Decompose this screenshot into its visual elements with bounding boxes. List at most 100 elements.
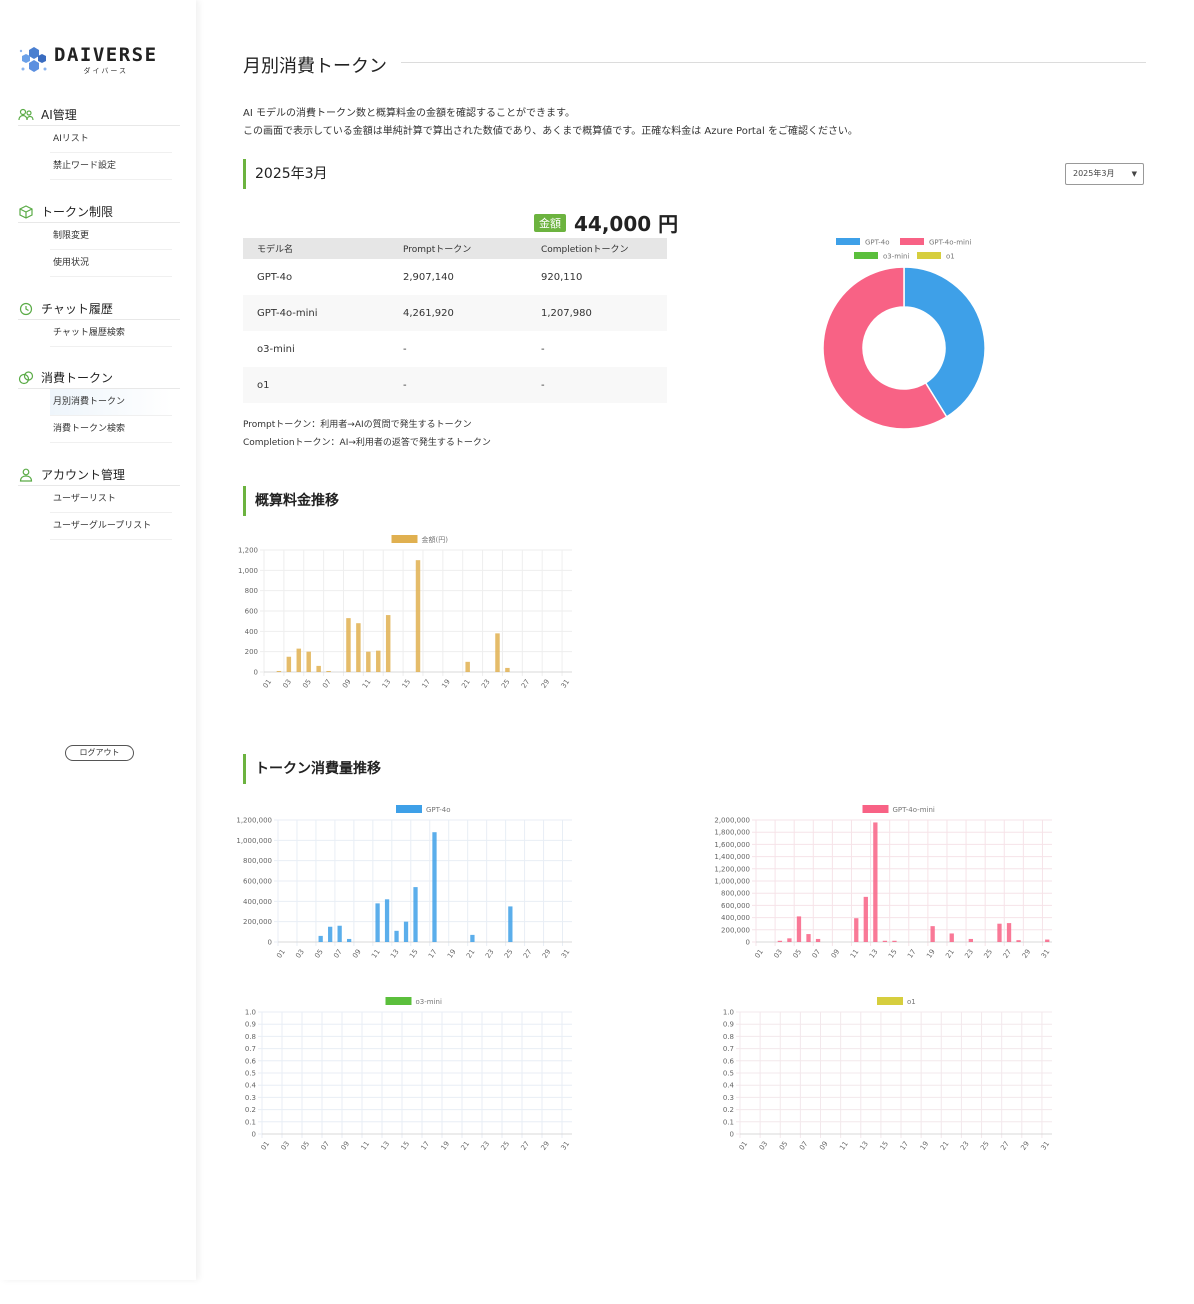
bar[interactable] (415, 560, 421, 672)
bar[interactable] (787, 938, 792, 942)
nav-section-ai: AI管理 AIリスト 禁止ワード設定 (18, 104, 180, 180)
bar[interactable] (1045, 939, 1050, 942)
nav-item-limit-change[interactable]: 制限変更 (50, 223, 172, 250)
y-tick-label: 600,000 (721, 902, 750, 910)
x-tick-label: 27 (999, 1140, 1011, 1152)
legend-label: GPT-4o (426, 806, 451, 814)
nav-item-banned-words[interactable]: 禁止ワード設定 (50, 153, 172, 180)
bar[interactable] (505, 667, 510, 672)
nav-head-consumed-tokens[interactable]: 消費トークン (18, 367, 180, 389)
x-tick-label: 03 (758, 1140, 770, 1152)
x-tick-label: 21 (460, 678, 472, 690)
logout-button[interactable]: ログアウト (65, 745, 134, 761)
token-notes: Promptトークン：利用者→AIの質問で発生するトークン Completion… (243, 416, 491, 452)
x-tick-label: 21 (939, 1140, 951, 1152)
y-tick-label: 1,600,000 (714, 841, 750, 849)
bar[interactable] (403, 921, 409, 942)
month-select[interactable]: 2025年3月 ▼ (1065, 163, 1144, 185)
bar[interactable] (376, 650, 381, 672)
bar[interactable] (385, 615, 391, 672)
bar[interactable] (892, 940, 897, 942)
cell-completion: - (527, 367, 667, 403)
y-tick-label: 1,400,000 (714, 853, 750, 861)
bar[interactable] (873, 822, 878, 942)
bar[interactable] (882, 940, 888, 942)
nav-item-token-search[interactable]: 消費トークン検索 (50, 416, 172, 443)
nav-item-monthly-tokens[interactable]: 月別消費トークン (50, 389, 172, 416)
nav-item-usage[interactable]: 使用状況 (50, 250, 172, 277)
bar[interactable] (356, 623, 361, 672)
legend-label: 金額(円) (422, 535, 449, 544)
bar[interactable] (276, 670, 282, 672)
bar[interactable] (508, 906, 513, 942)
logo[interactable]: DAIVERSE ダイバース (18, 44, 158, 76)
bar[interactable] (815, 938, 821, 942)
bar[interactable] (346, 618, 351, 672)
nav-item-ai-list[interactable]: AIリスト (50, 126, 172, 153)
bar[interactable] (1006, 923, 1012, 942)
x-tick-label: 11 (360, 1140, 372, 1152)
bar[interactable] (930, 926, 935, 942)
month-title: 2025年3月 (243, 159, 328, 189)
y-tick-label: 400 (245, 628, 258, 636)
x-tick-label: 01 (753, 948, 765, 960)
y-tick-label: 1,000 (238, 567, 258, 575)
bar[interactable] (796, 916, 802, 942)
x-tick-label: 27 (1002, 948, 1014, 960)
bar[interactable] (432, 832, 437, 942)
bar[interactable] (394, 930, 399, 942)
nav-head-ai[interactable]: AI管理 (18, 104, 180, 126)
bar[interactable] (1016, 940, 1021, 942)
bar[interactable] (316, 665, 321, 672)
x-tick-label: 29 (1019, 1140, 1031, 1152)
bar[interactable] (296, 648, 302, 672)
x-tick-label: 27 (520, 1140, 532, 1152)
page-title: 月別消費トークン (243, 56, 387, 77)
bar[interactable] (997, 923, 1002, 942)
legend-swatch (917, 252, 941, 259)
gpt4omini-token-chart: GPT-4o-mini 0 200,000 400,000 600,000 800,000… (714, 805, 1052, 960)
bar[interactable] (854, 918, 859, 942)
x-tick-label: 19 (446, 948, 458, 960)
x-tick-label: 19 (925, 948, 937, 960)
bar[interactable] (495, 633, 500, 672)
table-row: o1 - - (243, 367, 667, 403)
bar[interactable] (968, 938, 973, 942)
x-tick-label: 31 (560, 948, 572, 960)
y-tick-label: 600,000 (243, 878, 272, 886)
y-tick-label: 0.4 (723, 1082, 735, 1090)
y-tick-label: 800,000 (243, 857, 272, 865)
nav-item-user-group-list[interactable]: ユーザーグループリスト (50, 513, 172, 540)
bar[interactable] (337, 925, 342, 942)
x-tick-label: 07 (811, 948, 823, 960)
bar[interactable] (863, 896, 868, 942)
bar[interactable] (777, 940, 783, 942)
amount-badge: 金額 (534, 213, 566, 232)
chevron-down-icon: ▼ (1131, 170, 1137, 178)
cell-prompt: 2,907,140 (403, 271, 454, 283)
bar[interactable] (306, 651, 311, 672)
bar[interactable] (328, 926, 333, 942)
x-tick-label: 13 (380, 1140, 392, 1152)
bar[interactable] (318, 935, 323, 942)
bar[interactable] (375, 903, 380, 942)
nav-head-account[interactable]: アカウント管理 (18, 464, 180, 486)
nav-item-chat-search[interactable]: チャット履歴検索 (50, 320, 172, 347)
bar[interactable] (346, 938, 352, 942)
x-tick-label: 01 (261, 678, 273, 690)
nav-head-token-limit[interactable]: トークン制限 (18, 201, 180, 223)
bar[interactable] (413, 887, 418, 942)
bar[interactable] (806, 934, 811, 942)
bar[interactable] (949, 933, 954, 942)
bar[interactable] (326, 670, 331, 672)
x-tick-label: 07 (798, 1140, 810, 1152)
nav-head-chat-history[interactable]: チャット履歴 (18, 298, 180, 320)
bar[interactable] (470, 934, 475, 942)
bar[interactable] (384, 899, 390, 942)
bar[interactable] (366, 651, 371, 672)
y-tick-label: 1,200 (238, 547, 258, 555)
bar[interactable] (465, 661, 470, 672)
x-tick-label: 09 (340, 1140, 352, 1152)
nav-item-user-list[interactable]: ユーザーリスト (50, 486, 172, 513)
bar[interactable] (286, 656, 292, 672)
